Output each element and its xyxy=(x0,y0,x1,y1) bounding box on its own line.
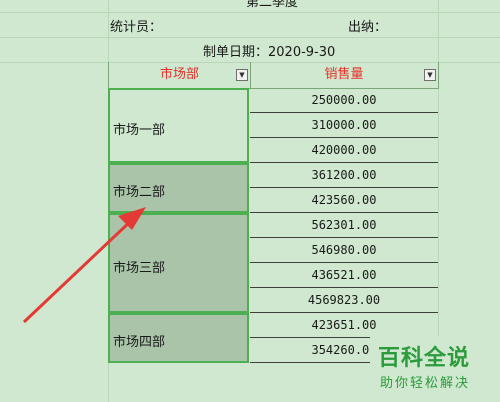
watermark-sub: 助你轻松解决 xyxy=(380,376,471,391)
watermark-main: 百科全说 xyxy=(378,346,471,371)
arrow-head-icon xyxy=(118,207,146,230)
arrow-shaft xyxy=(22,216,136,324)
watermark-logo: 百科全说 助你轻松解决 xyxy=(370,336,500,402)
